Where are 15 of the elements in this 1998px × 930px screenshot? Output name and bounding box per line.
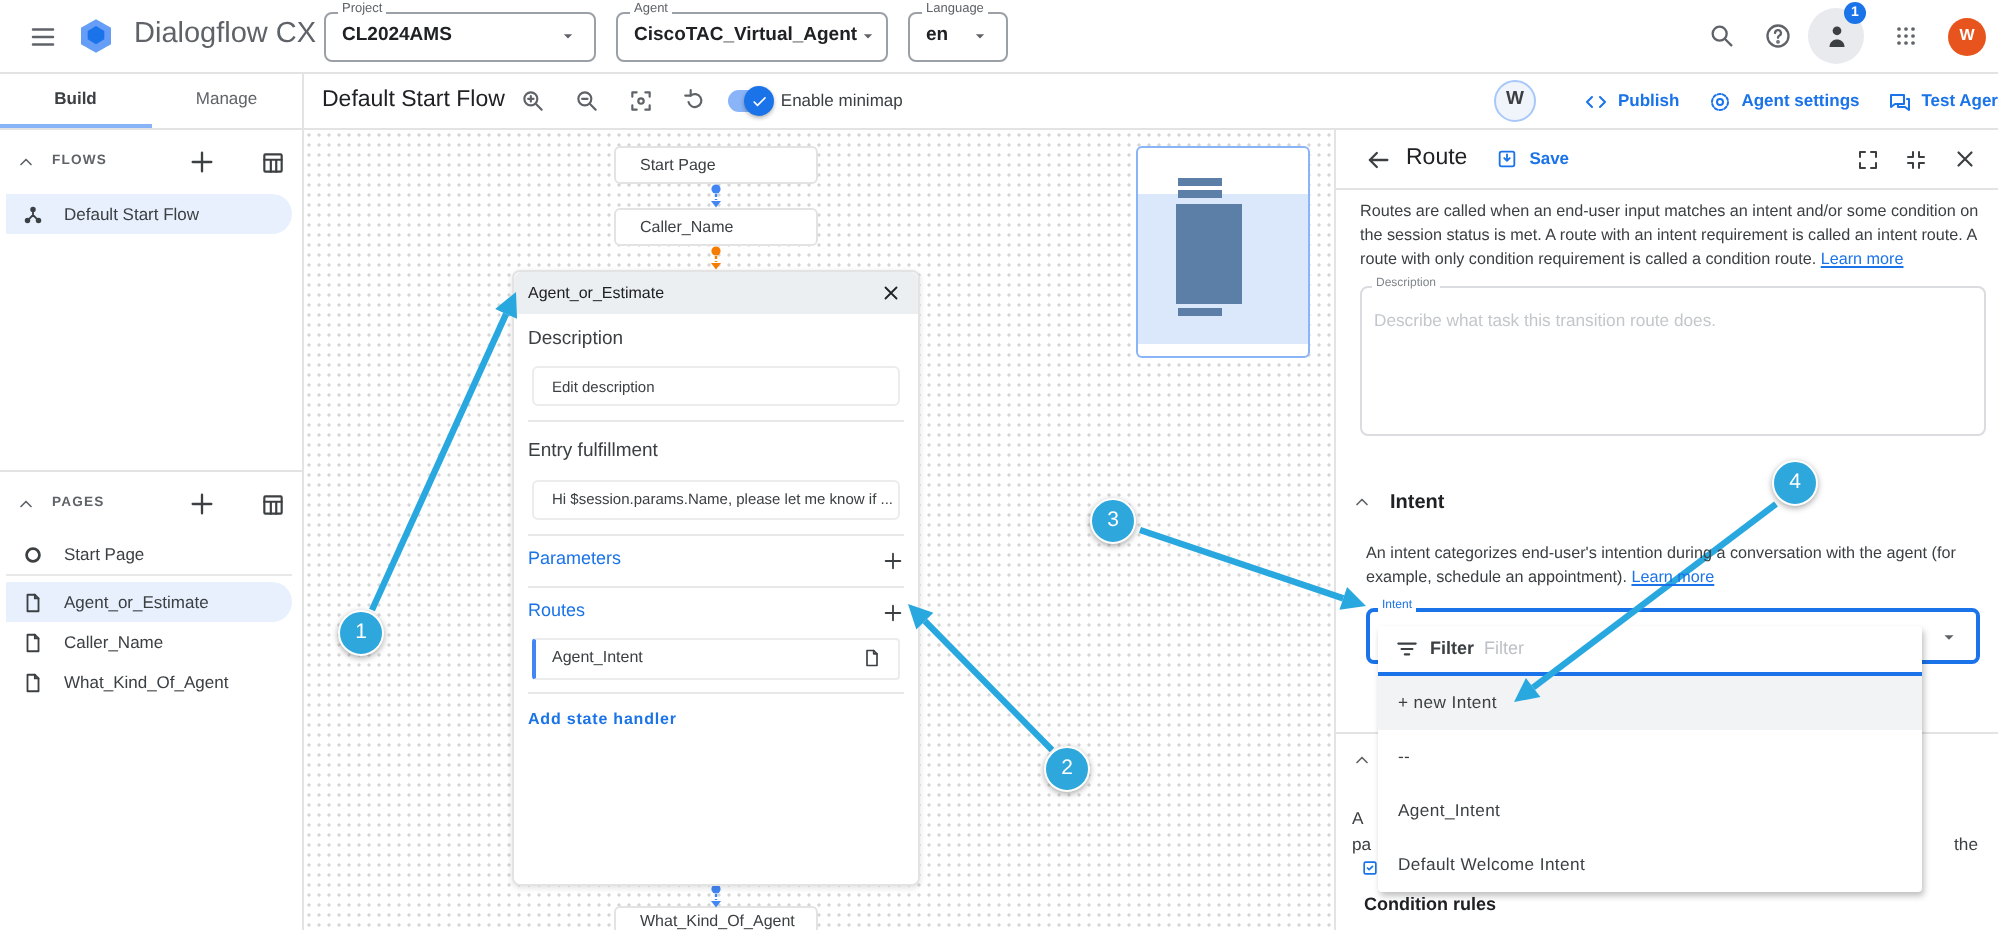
text-fragment: A	[1352, 808, 1364, 828]
toggle-label: Enable minimap	[780, 88, 903, 114]
text-fragment: the	[1954, 832, 1978, 858]
help-text: Routes are called when an end-user input matches an intent and/or some condition on the session status is met. A route with an intent requirement is called an intent route. A route with only condition requirement is called a condition route. Learn more	[1360, 200, 1981, 272]
flow-title: Default Start Flow	[322, 85, 505, 116]
app-title: Dialogflow CX	[134, 16, 317, 55]
section-label: Entry fulfillment	[528, 440, 658, 463]
section-title: Intent	[1390, 489, 1445, 517]
filter-label: Filter	[1430, 635, 1475, 662]
panel-title: Route	[1406, 143, 1468, 174]
callout-badge: 4	[1772, 460, 1818, 506]
section-label: Description	[528, 328, 624, 350]
text-fragment: pa	[1352, 832, 1372, 858]
section-title: Condition rules	[1364, 894, 1496, 914]
card-title: Agent_or_Estimate	[528, 281, 665, 305]
